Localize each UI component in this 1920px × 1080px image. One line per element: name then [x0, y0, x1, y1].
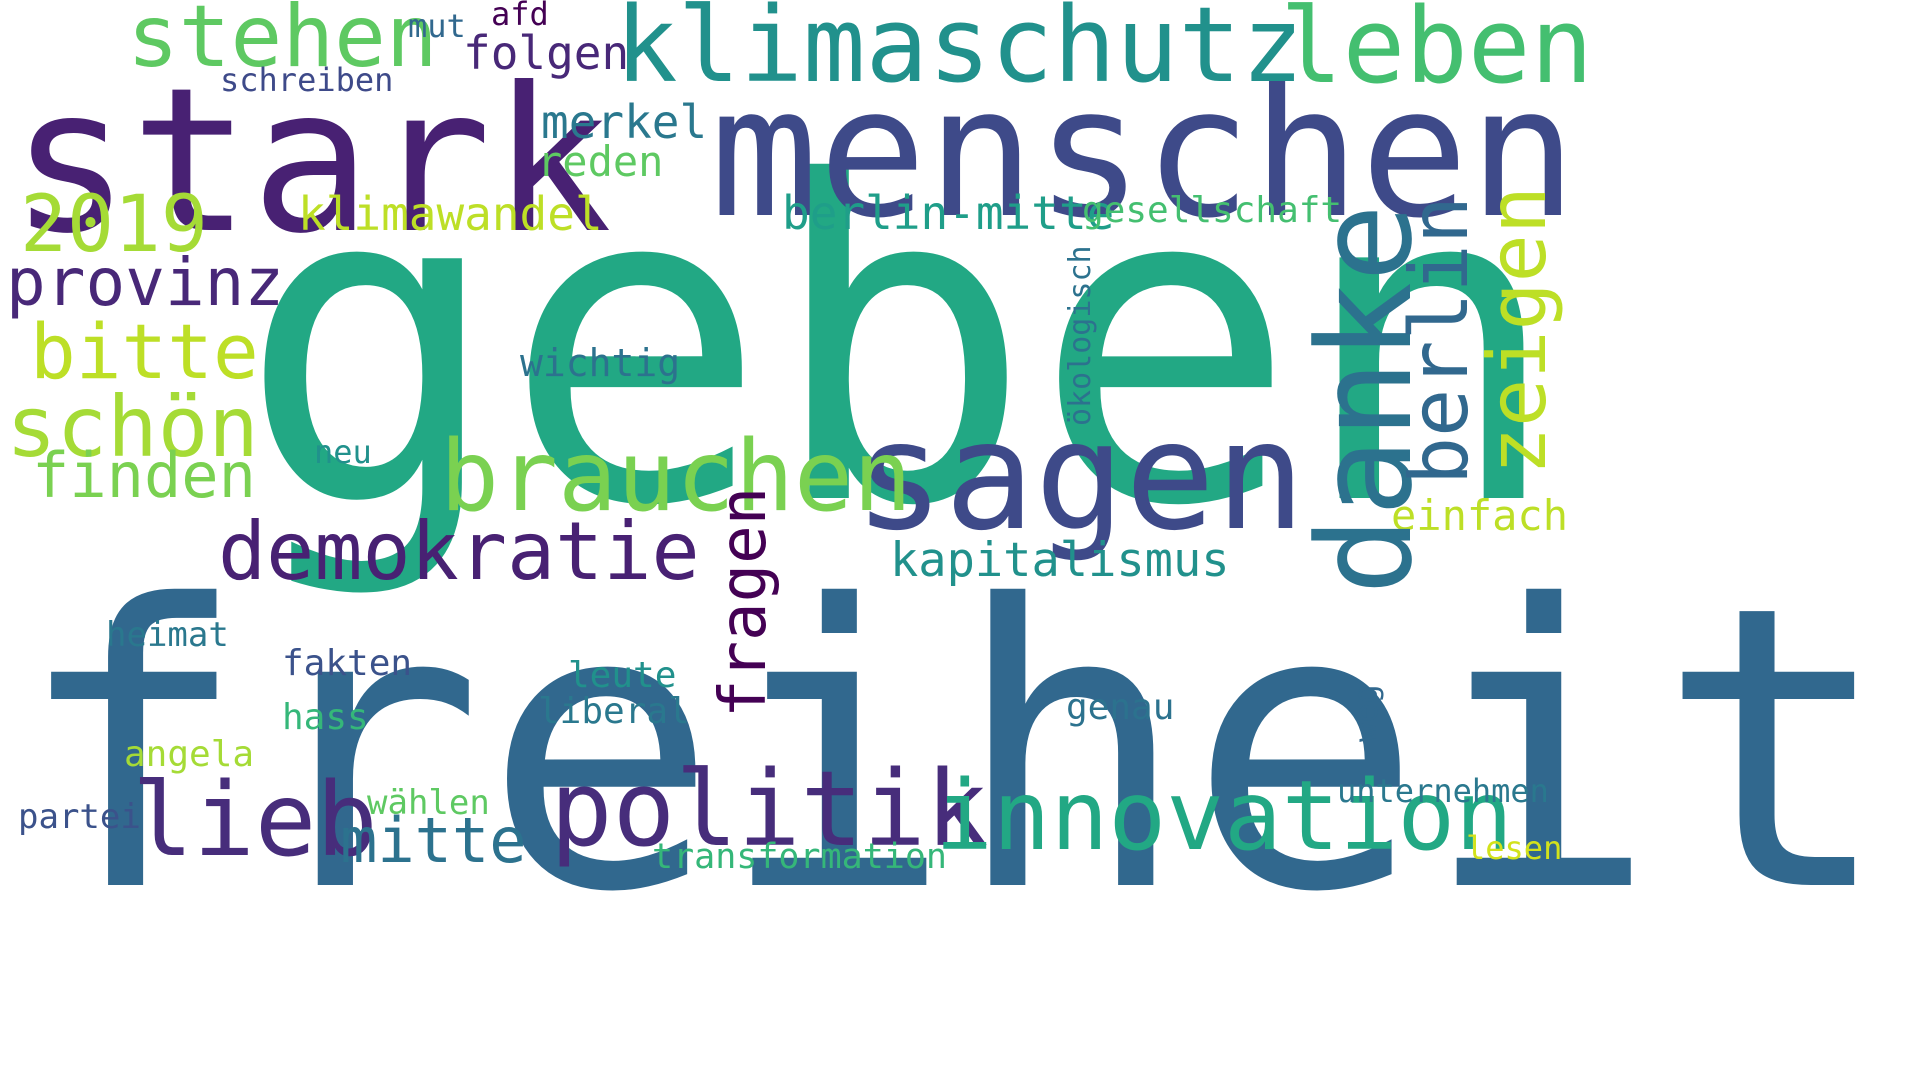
word-klimaschutz: klimaschutz: [615, 0, 1304, 106]
word-zeigen: zeigen: [1471, 186, 1564, 475]
word-berlin-mitte: berlin-mitte: [782, 186, 1115, 240]
word-wichtig: wichtig: [520, 341, 681, 385]
word-fragen: fragen: [707, 486, 781, 718]
word-cloud: geben freiheit menschen stark klimaschut…: [0, 0, 1920, 1080]
word-hass: hass: [282, 697, 369, 738]
word-berlin: berlin: [1393, 196, 1486, 485]
word-oekologisch: ökologisch: [1063, 245, 1098, 426]
word-neu: neu: [314, 433, 372, 471]
word-schreiben: schreiben: [220, 61, 394, 99]
word-kapitalismus: kapitalismus: [890, 533, 1230, 588]
word-folgen: folgen: [463, 26, 630, 80]
word-reden: reden: [537, 137, 664, 186]
word-leben: leben: [1280, 0, 1594, 107]
word-transformation: transformation: [652, 837, 948, 877]
word-bitte: bitte: [30, 307, 259, 396]
word-lesen: lesen: [1466, 829, 1563, 867]
word-partei: partei: [18, 797, 141, 837]
word-liberal: liberal: [538, 691, 690, 732]
word-afd: afd: [491, 0, 549, 33]
word-fakten: fakten: [282, 643, 413, 684]
word-klimawandel: klimawandel: [298, 187, 603, 241]
word-weg: weg: [1347, 684, 1385, 742]
word-genau: genau: [1066, 687, 1175, 728]
word-waehlen: wählen: [367, 783, 490, 823]
word-finden: finden: [32, 439, 256, 512]
word-angela: angela: [124, 734, 255, 775]
word-mut: mut: [408, 7, 466, 45]
word-leute: leute: [568, 655, 677, 696]
word-provinz: provinz: [6, 244, 285, 321]
word-unternehmen: unternehmen: [1337, 772, 1549, 810]
word-heimat: heimat: [106, 615, 229, 655]
word-demokratie: demokratie: [218, 505, 700, 598]
